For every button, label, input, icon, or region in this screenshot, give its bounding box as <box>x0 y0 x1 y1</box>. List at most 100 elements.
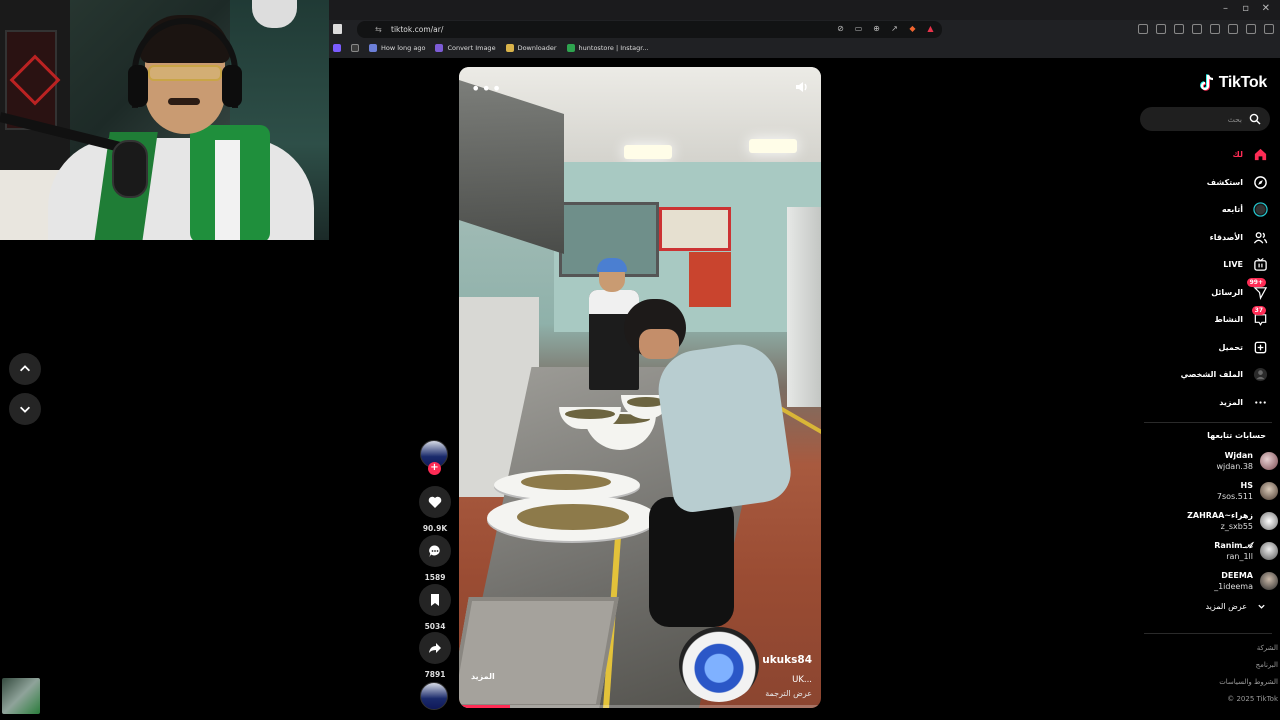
bookmark-item[interactable]: Convert Image <box>435 44 496 52</box>
extension-icon-1[interactable] <box>1138 24 1148 34</box>
video-options-icon[interactable]: ••• <box>471 79 502 98</box>
media-icon[interactable] <box>1174 24 1184 34</box>
previous-video-button[interactable] <box>9 353 41 385</box>
next-video-button[interactable] <box>9 393 41 425</box>
mini-thumbnail[interactable] <box>2 678 40 714</box>
account-avatar <box>1260 572 1278 590</box>
share-arrow-icon <box>429 643 441 653</box>
minimize-button[interactable]: – <box>1223 3 1228 14</box>
close-button[interactable]: ✕ <box>1262 3 1270 14</box>
compass-icon <box>1253 175 1267 189</box>
zoom-icon[interactable]: ⊕ <box>871 23 882 34</box>
leo-icon[interactable] <box>1228 24 1238 34</box>
following-account[interactable]: DEEMA _1ideema <box>1142 568 1278 594</box>
footer-link-company[interactable]: الشركة <box>1257 644 1278 652</box>
bookmark-item[interactable]: huntostore | Instagr... <box>566 44 649 52</box>
menu-item-for-you[interactable]: لك <box>1140 141 1268 169</box>
search-box[interactable] <box>1140 107 1270 131</box>
menu-icon[interactable] <box>1264 24 1274 34</box>
save-button[interactable] <box>419 584 451 616</box>
menu-label: النشاط <box>1214 315 1243 325</box>
bookmark-app-s[interactable] <box>333 44 341 52</box>
see-more-button[interactable]: عرض المزيد <box>1205 602 1266 611</box>
sidebar-icon[interactable] <box>1192 24 1202 34</box>
bookmark-item[interactable]: How long ago <box>369 44 425 52</box>
extension-icon-2[interactable] <box>1156 24 1166 34</box>
menu-item-live[interactable]: LIVE <box>1140 251 1268 279</box>
see-translation-link[interactable]: عرض الترجمة <box>762 689 812 698</box>
tabs-icon[interactable] <box>1210 24 1220 34</box>
activity-badge: 37 <box>1251 305 1266 315</box>
video-description: UK... <box>792 675 812 685</box>
heart-icon <box>428 496 442 508</box>
menu-label: الملف الشخصي <box>1180 370 1243 380</box>
video-progress-bar[interactable] <box>459 705 821 708</box>
share-icon[interactable]: ↗ <box>889 23 900 34</box>
following-account[interactable]: Ranimـ𝓐 ran_1ll <box>1142 538 1278 564</box>
menu-item-profile[interactable]: الملف الشخصي <box>1140 361 1268 389</box>
rewards-icon[interactable]: ▲ <box>925 23 936 34</box>
follow-plus-icon[interactable]: + <box>428 462 441 475</box>
live-icon <box>1253 258 1267 272</box>
upload-icon <box>1254 341 1266 354</box>
save-count: 5034 <box>424 622 446 631</box>
bookmark-item[interactable]: Downloader <box>505 44 557 52</box>
logo-text: TikTok <box>1218 74 1268 91</box>
following-account[interactable]: ZAHRAA~زهراء z_sxb55 <box>1142 508 1278 534</box>
video-player[interactable]: ••• المزيد ukuks84 UK... عرض الترجمة <box>459 67 821 708</box>
microphone <box>112 140 148 198</box>
tiktok-logo[interactable]: TikTok <box>1199 74 1267 92</box>
screen-icon[interactable]: ▭ <box>853 23 864 34</box>
vpn-icon[interactable] <box>1246 24 1256 34</box>
menu-label: تحميل <box>1218 342 1243 352</box>
bookmarks-bar: How long ago Convert Image Downloader hu… <box>329 40 1280 56</box>
bookmark-app-c[interactable] <box>351 44 359 52</box>
address-bar[interactable]: ⇆ tiktok.com/ar/ ⊘ ▭ ⊕ ↗ ◆ ▲ <box>357 21 942 38</box>
more-link[interactable]: المزيد <box>471 672 495 681</box>
music-disc-avatar[interactable] <box>420 682 448 710</box>
comment-button[interactable] <box>419 535 451 567</box>
bookmark-icon[interactable] <box>333 24 342 34</box>
url-text: tiktok.com/ar/ <box>391 25 444 34</box>
account-avatar <box>1260 512 1278 530</box>
footer-link-program[interactable]: البرنامج <box>1256 661 1278 669</box>
video-author[interactable]: ukuks84 <box>762 654 812 666</box>
video-progress-fill <box>459 705 510 708</box>
account-handle: _1ideema <box>1214 581 1253 591</box>
account-name: Wjdan <box>1224 450 1253 460</box>
comment-icon <box>429 545 440 557</box>
menu-item-activity[interactable]: النشاط 37 <box>1140 305 1268 334</box>
menu-item-upload[interactable]: تحميل <box>1140 334 1268 362</box>
brave-shield-icon[interactable]: ◆ <box>907 23 918 34</box>
account-name: Ranimـ𝓐 <box>1214 540 1253 550</box>
tiktok-sidebar: TikTok لك استكشف أتابعه الأصدقاء <box>1138 58 1280 720</box>
volume-icon[interactable] <box>793 79 809 95</box>
menu-item-friends[interactable]: الأصدقاء <box>1140 224 1268 252</box>
menu-label: الرسائل <box>1211 287 1243 297</box>
streamer <box>48 138 314 240</box>
profile-icon <box>1253 368 1267 382</box>
menu-item-more[interactable]: المزيد <box>1140 389 1268 417</box>
following-account[interactable]: HS 7sos.511 <box>1142 478 1278 504</box>
account-handle: ran_1ll <box>1226 551 1253 561</box>
chevron-up-icon <box>20 365 30 372</box>
account-handle: 7sos.511 <box>1216 491 1253 501</box>
maximize-button[interactable]: ▫ <box>1242 3 1249 14</box>
share-button[interactable] <box>419 632 451 664</box>
like-button[interactable] <box>419 486 451 518</box>
footer-link-terms[interactable]: الشروط والسياسات <box>1219 678 1278 686</box>
bookmark-icon <box>431 594 439 606</box>
copyright-text: © 2025 TikTok <box>1227 695 1278 703</box>
search-input[interactable] <box>1148 111 1242 127</box>
cast-icon[interactable]: ⊘ <box>835 23 846 34</box>
menu-item-following[interactable]: أتابعه <box>1140 196 1268 224</box>
account-name: DEEMA <box>1221 570 1253 580</box>
search-icon[interactable] <box>1249 113 1261 125</box>
menu-label: لك <box>1232 150 1243 160</box>
like-count: 90.9K <box>422 524 448 533</box>
site-info-icon[interactable]: ⇆ <box>375 25 385 35</box>
following-account[interactable]: Wjdan wjdan.38 <box>1142 448 1278 474</box>
menu-item-messages[interactable]: الرسائل 99+ <box>1140 278 1268 307</box>
menu-item-explore[interactable]: استكشف <box>1140 169 1268 197</box>
webcam-overlay <box>0 0 329 240</box>
